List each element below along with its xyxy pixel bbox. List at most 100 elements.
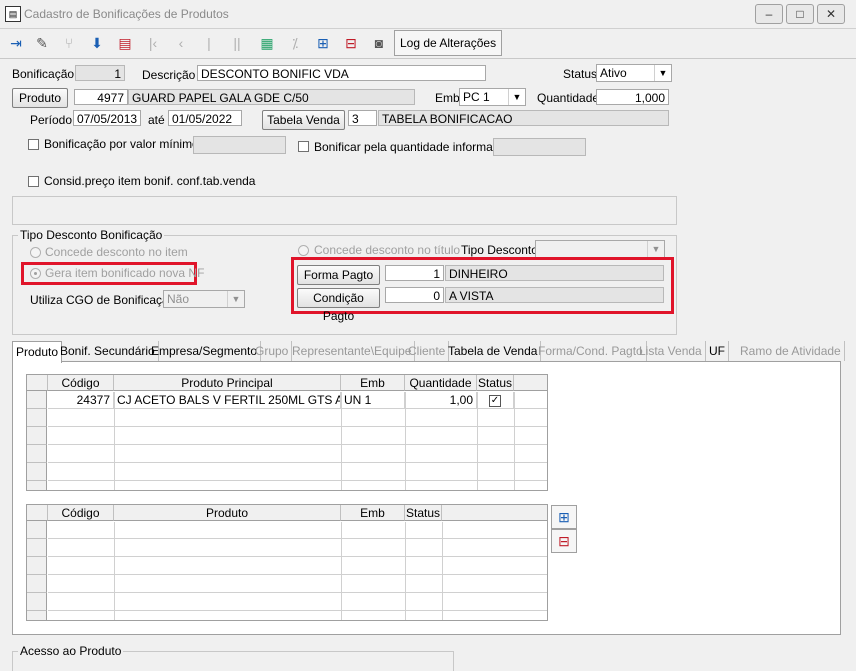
header-codigo[interactable]: Código: [48, 375, 114, 391]
bonif-valor-minimo-checkbox[interactable]: [28, 139, 39, 150]
concede-item-radio[interactable]: [30, 247, 41, 258]
tabela-venda-button[interactable]: Tabela Venda: [262, 110, 345, 130]
remove-row-icon[interactable]: ⊟: [338, 30, 364, 56]
close-button[interactable]: ✕: [817, 4, 845, 24]
status-checkbox[interactable]: ✓: [489, 394, 501, 407]
header-emb[interactable]: Emb: [341, 505, 405, 521]
row-header[interactable]: [27, 557, 47, 575]
emb-select[interactable]: PC 1 ▼: [459, 88, 526, 106]
table-cell-produto[interactable]: CJ ACETO BALS V FERTIL 250ML GTS AZEI: [114, 392, 341, 409]
status-select[interactable]: Ativo ▼: [596, 64, 672, 82]
table-cell-emb[interactable]: UN 1: [341, 392, 405, 409]
next-record-icon[interactable]: |: [196, 30, 222, 56]
first-record-icon[interactable]: |‹: [140, 30, 166, 56]
tab-empresa-segmento[interactable]: Empresa/Segmento: [148, 341, 262, 361]
produto-button[interactable]: Produto: [12, 88, 68, 108]
remove-row-icon[interactable]: ⊟: [551, 529, 577, 553]
forma-pagto-code-field[interactable]: 1: [385, 265, 444, 281]
header-status[interactable]: Status: [405, 505, 442, 521]
table-cell-codigo[interactable]: 24377: [48, 392, 114, 409]
header-emb[interactable]: Emb: [341, 375, 405, 391]
table-row[interactable]: [48, 446, 547, 463]
header-filler: [514, 375, 547, 391]
condicao-pagto-code-field[interactable]: 0: [385, 287, 444, 303]
concede-titulo-radio[interactable]: [298, 245, 309, 256]
tab-representante-equipe[interactable]: Representante\Equipe: [289, 341, 416, 361]
table-cell-status[interactable]: ✓: [477, 392, 514, 409]
camera-icon[interactable]: ◙: [366, 30, 392, 56]
produto-code-field[interactable]: 4977: [74, 89, 128, 105]
forma-pagto-button[interactable]: Forma Pagto: [297, 265, 380, 285]
tab-produto[interactable]: Produto: [12, 341, 63, 363]
title-bar: ▤ Cadastro de Bonificações de Produtos –…: [0, 0, 856, 29]
table-row[interactable]: [48, 576, 547, 593]
descricao-field[interactable]: DESCONTO BONIFIC VDA: [197, 65, 486, 81]
forma-pagto-name-field: DINHEIRO: [445, 265, 664, 281]
table-row[interactable]: [48, 558, 547, 575]
table-cell-quantidade[interactable]: 1,00: [405, 392, 477, 409]
table-row[interactable]: [48, 522, 547, 539]
chevron-down-icon: ▼: [654, 65, 671, 81]
row-header[interactable]: [27, 463, 47, 481]
row-header[interactable]: [27, 391, 47, 409]
tab-ramo-de-atividade[interactable]: Ramo de Atividade: [737, 341, 845, 361]
table-row[interactable]: [48, 594, 547, 611]
add-row-icon[interactable]: ⊞: [310, 30, 336, 56]
row-header[interactable]: [27, 481, 47, 490]
eraser-icon[interactable]: ✎: [29, 30, 55, 56]
utiliza-cgo-select[interactable]: Não ▼: [163, 290, 245, 308]
tabela-code-field[interactable]: 3: [348, 110, 377, 126]
row-header[interactable]: [27, 409, 47, 427]
tab-cliente[interactable]: Cliente: [405, 341, 450, 361]
table-row[interactable]: [48, 540, 547, 557]
bonificar-qtd-checkbox[interactable]: [298, 141, 309, 152]
exit-icon[interactable]: ⇥: [3, 30, 29, 56]
maximize-button[interactable]: □: [786, 4, 814, 24]
row-header[interactable]: [27, 445, 47, 463]
tab-bonif-secundario[interactable]: Bonif. Secundário: [57, 341, 159, 361]
tab-forma-cond-pagto[interactable]: Forma/Cond. Pagto: [535, 341, 647, 361]
filter-icon[interactable]: ⁒: [282, 30, 308, 56]
row-header[interactable]: [27, 575, 47, 593]
save-icon[interactable]: ⬇: [84, 30, 110, 56]
tree-icon[interactable]: ⑂: [56, 30, 82, 56]
table-row[interactable]: [48, 410, 547, 427]
gera-item-radio[interactable]: [30, 268, 41, 279]
header-quantidade[interactable]: Quantidade: [405, 375, 477, 391]
chevron-down-icon: ▼: [227, 291, 244, 307]
valor-minimo-field: [193, 136, 286, 154]
quantidade-field[interactable]: 1,000: [596, 89, 669, 105]
header-status[interactable]: Status: [477, 375, 514, 391]
minimize-button[interactable]: –: [755, 4, 783, 24]
tipo-desconto-select[interactable]: ▼: [535, 240, 665, 258]
tab-tabela-de-venda[interactable]: Tabela de Venda: [445, 341, 542, 361]
add-row-icon[interactable]: ⊞: [551, 505, 577, 529]
produto-secundario-grid[interactable]: Código Produto Emb Status: [26, 504, 548, 621]
print-icon[interactable]: ▤: [112, 30, 138, 56]
log-button[interactable]: Log de Alterações: [394, 30, 503, 56]
consid-preco-checkbox[interactable]: [28, 176, 39, 187]
column-divider: [114, 522, 115, 620]
periodo-end-field[interactable]: 01/05/2022: [168, 110, 242, 126]
grid-icon[interactable]: ▦: [254, 30, 280, 56]
tab-lista-venda[interactable]: Lista Venda: [636, 341, 706, 361]
row-header[interactable]: [27, 539, 47, 557]
row-header[interactable]: [27, 593, 47, 611]
table-row[interactable]: [48, 464, 547, 481]
header-produto-principal[interactable]: Produto Principal: [114, 375, 341, 391]
produto-principal-grid[interactable]: Código Produto Principal Emb Quantidade …: [26, 374, 548, 491]
last-record-icon[interactable]: ||: [224, 30, 250, 56]
row-header[interactable]: [27, 521, 47, 539]
header-codigo[interactable]: Código: [48, 505, 114, 521]
previous-record-icon[interactable]: ‹: [168, 30, 194, 56]
column-divider: [442, 522, 443, 620]
condicao-pagto-button[interactable]: Condição Pagto: [297, 288, 380, 323]
row-header[interactable]: [27, 427, 47, 445]
tab-uf[interactable]: UF: [706, 341, 729, 361]
periodo-start-field[interactable]: 07/05/2013: [73, 110, 141, 126]
header-produto[interactable]: Produto: [114, 505, 341, 521]
window-title: Cadastro de Bonificações de Produtos: [24, 7, 229, 21]
table-row[interactable]: [48, 428, 547, 445]
tab-grupo[interactable]: Grupo: [252, 341, 293, 361]
row-header[interactable]: [27, 611, 47, 620]
